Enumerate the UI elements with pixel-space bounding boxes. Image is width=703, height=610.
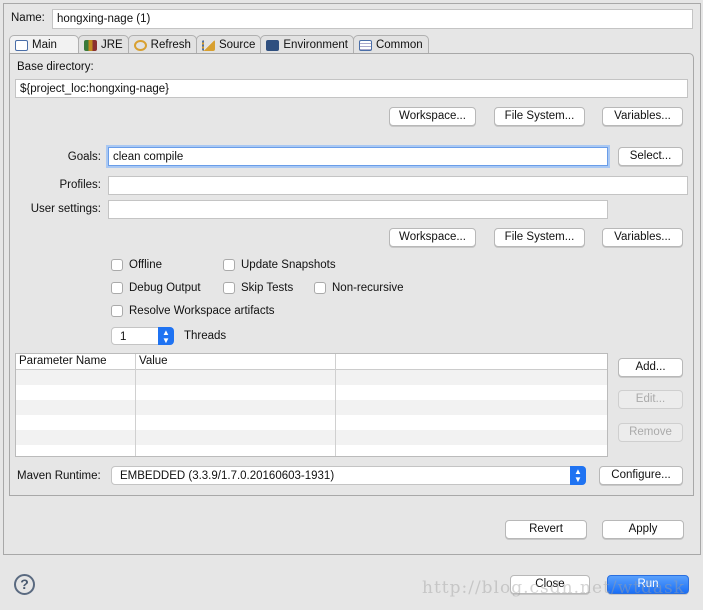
threads-label: Threads xyxy=(184,330,227,342)
main-icon xyxy=(15,39,28,51)
spinner-arrows-icon[interactable]: ▲ ▼ xyxy=(158,327,174,345)
edit-button[interactable]: Edit... xyxy=(618,390,683,409)
offline-checkbox[interactable]: Offline xyxy=(111,259,162,271)
tab-label: Source xyxy=(218,39,256,51)
file-system-button-2[interactable]: File System... xyxy=(494,228,585,247)
checkbox-box[interactable] xyxy=(111,282,123,294)
workspace-button[interactable]: Workspace... xyxy=(389,107,476,126)
non-recursive-checkbox[interactable]: Non-recursive xyxy=(314,282,404,294)
column-value[interactable]: Value xyxy=(136,354,168,369)
table-header: Parameter Name Value xyxy=(16,354,607,370)
checkbox-label: Non-recursive xyxy=(332,282,404,294)
user-settings-label: User settings: xyxy=(30,203,101,215)
profiles-input[interactable] xyxy=(108,176,688,195)
tab-jre[interactable]: JRE xyxy=(77,35,129,54)
tab-main[interactable]: Main xyxy=(9,35,79,54)
remove-button[interactable]: Remove xyxy=(618,423,683,442)
checkbox-box[interactable] xyxy=(314,282,326,294)
user-settings-input[interactable] xyxy=(108,200,608,219)
checkbox-box[interactable] xyxy=(111,305,123,317)
maven-runtime-label: Maven Runtime: xyxy=(17,470,101,482)
goals-label: Goals: xyxy=(67,151,101,163)
profiles-label: Profiles: xyxy=(59,179,101,191)
table-body xyxy=(16,370,607,456)
checkbox-label: Update Snapshots xyxy=(241,259,336,271)
checkbox-label: Offline xyxy=(129,259,163,271)
parameters-table[interactable]: Parameter Name Value xyxy=(15,353,608,457)
checkbox-label: Skip Tests xyxy=(241,282,294,294)
checkbox-label: Debug Output xyxy=(129,282,201,294)
tab-label: Environment xyxy=(283,39,348,51)
update-snapshots-checkbox[interactable]: Update Snapshots xyxy=(223,259,336,271)
name-label: Name: xyxy=(11,12,45,24)
select-button[interactable]: Select... xyxy=(618,147,683,166)
base-directory-input[interactable]: ${project_loc:hongxing-nage} xyxy=(15,79,688,98)
maven-runtime-select[interactable]: EMBEDDED (3.3.9/1.7.0.20160603-1931) xyxy=(111,466,586,485)
column-parameter-name[interactable]: Parameter Name xyxy=(16,354,136,369)
books-icon xyxy=(83,39,97,51)
checkbox-box[interactable] xyxy=(111,259,123,271)
tab-source[interactable]: Source xyxy=(195,35,262,54)
select-arrows-icon[interactable]: ▲ ▼ xyxy=(570,466,586,485)
configure-button[interactable]: Configure... xyxy=(599,466,683,485)
source-icon xyxy=(201,39,215,51)
tab-label: Main xyxy=(32,39,57,51)
variables-button-2[interactable]: Variables... xyxy=(602,228,683,247)
help-icon[interactable]: ? xyxy=(14,574,35,595)
tab-label: Refresh xyxy=(150,39,191,51)
refresh-icon xyxy=(133,39,147,51)
common-icon xyxy=(358,39,372,51)
tab-common[interactable]: Common xyxy=(352,35,429,54)
tab-refresh[interactable]: Refresh xyxy=(127,35,197,54)
apply-button[interactable]: Apply xyxy=(602,520,684,539)
resolve-workspace-checkbox[interactable]: Resolve Workspace artifacts xyxy=(111,305,275,317)
goals-input[interactable]: clean compile xyxy=(108,147,608,166)
skip-tests-checkbox[interactable]: Skip Tests xyxy=(223,282,293,294)
checkbox-box[interactable] xyxy=(223,282,235,294)
add-button[interactable]: Add... xyxy=(618,358,683,377)
revert-button[interactable]: Revert xyxy=(505,520,587,539)
tab-bar: Main JRE Refresh Source Environment Comm… xyxy=(9,35,429,54)
tab-label: Common xyxy=(375,39,423,51)
tab-environment[interactable]: Environment xyxy=(260,35,354,54)
watermark: http://blog.csdn.net/wtdask xyxy=(422,578,685,598)
base-directory-label: Base directory: xyxy=(17,61,94,73)
workspace-button-2[interactable]: Workspace... xyxy=(389,228,476,247)
name-input[interactable]: hongxing-nage (1) xyxy=(52,9,693,29)
file-system-button[interactable]: File System... xyxy=(494,107,585,126)
debug-output-checkbox[interactable]: Debug Output xyxy=(111,282,201,294)
variables-button[interactable]: Variables... xyxy=(602,107,683,126)
environment-icon xyxy=(266,39,280,51)
checkbox-box[interactable] xyxy=(223,259,235,271)
checkbox-label: Resolve Workspace artifacts xyxy=(129,305,275,317)
tab-label: JRE xyxy=(100,39,123,51)
